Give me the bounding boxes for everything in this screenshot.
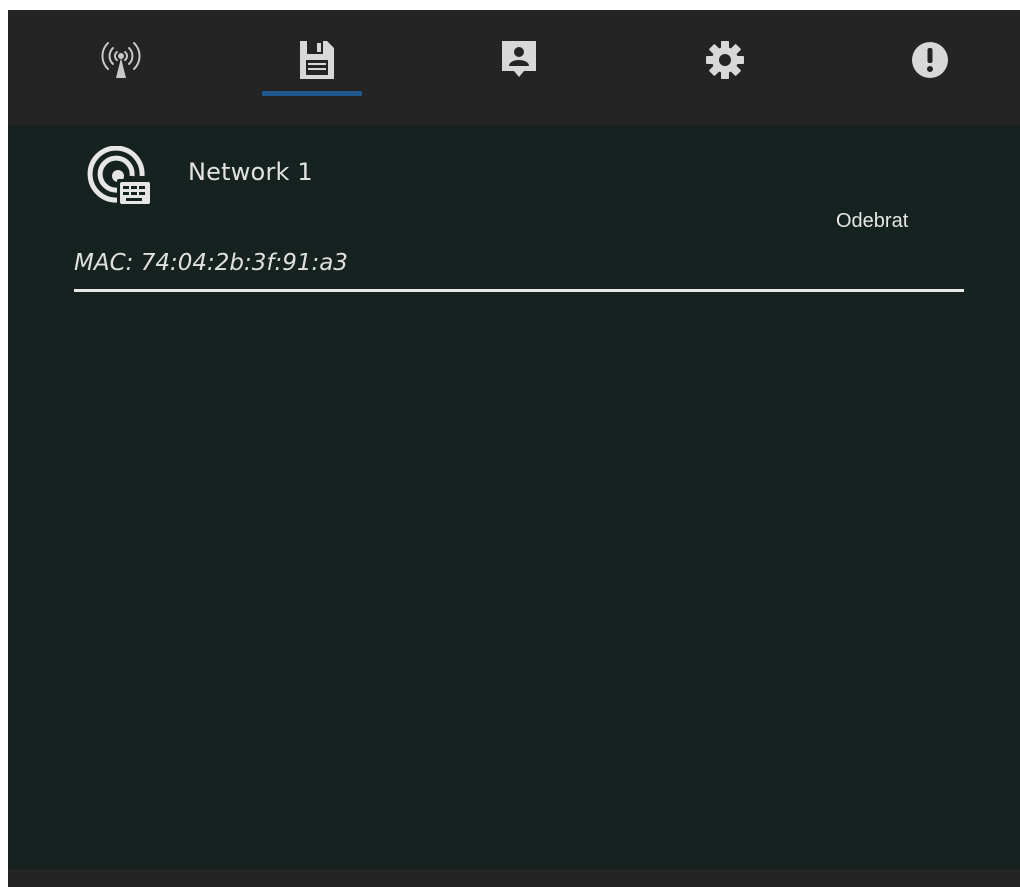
app-window: Network 1 Odebrat MAC: 74:04:2b:3f:91:a3	[8, 10, 1020, 887]
divider	[74, 289, 964, 292]
alert-circle-icon	[912, 42, 948, 78]
network-name: Network 1	[188, 158, 313, 186]
contact-card-icon	[502, 41, 536, 77]
gear-icon	[706, 41, 744, 79]
wifi-antenna-icon	[101, 42, 141, 78]
active-tab-indicator	[262, 91, 362, 96]
mac-address: MAC: 74:04:2b:3f:91:a3	[74, 250, 348, 276]
tab-info[interactable]	[875, 10, 985, 110]
tab-profile[interactable]	[464, 10, 574, 110]
remove-button[interactable]: Odebrat	[836, 206, 936, 236]
saved-networks-panel: Network 1 Odebrat MAC: 74:04:2b:3f:91:a3	[8, 125, 1020, 869]
network-settings-icon	[87, 146, 151, 206]
bottom-bar	[8, 869, 1020, 887]
tab-networks[interactable]	[66, 10, 176, 110]
tab-bar	[8, 10, 1020, 125]
tab-settings[interactable]	[670, 10, 780, 110]
floppy-disk-icon	[300, 41, 334, 79]
